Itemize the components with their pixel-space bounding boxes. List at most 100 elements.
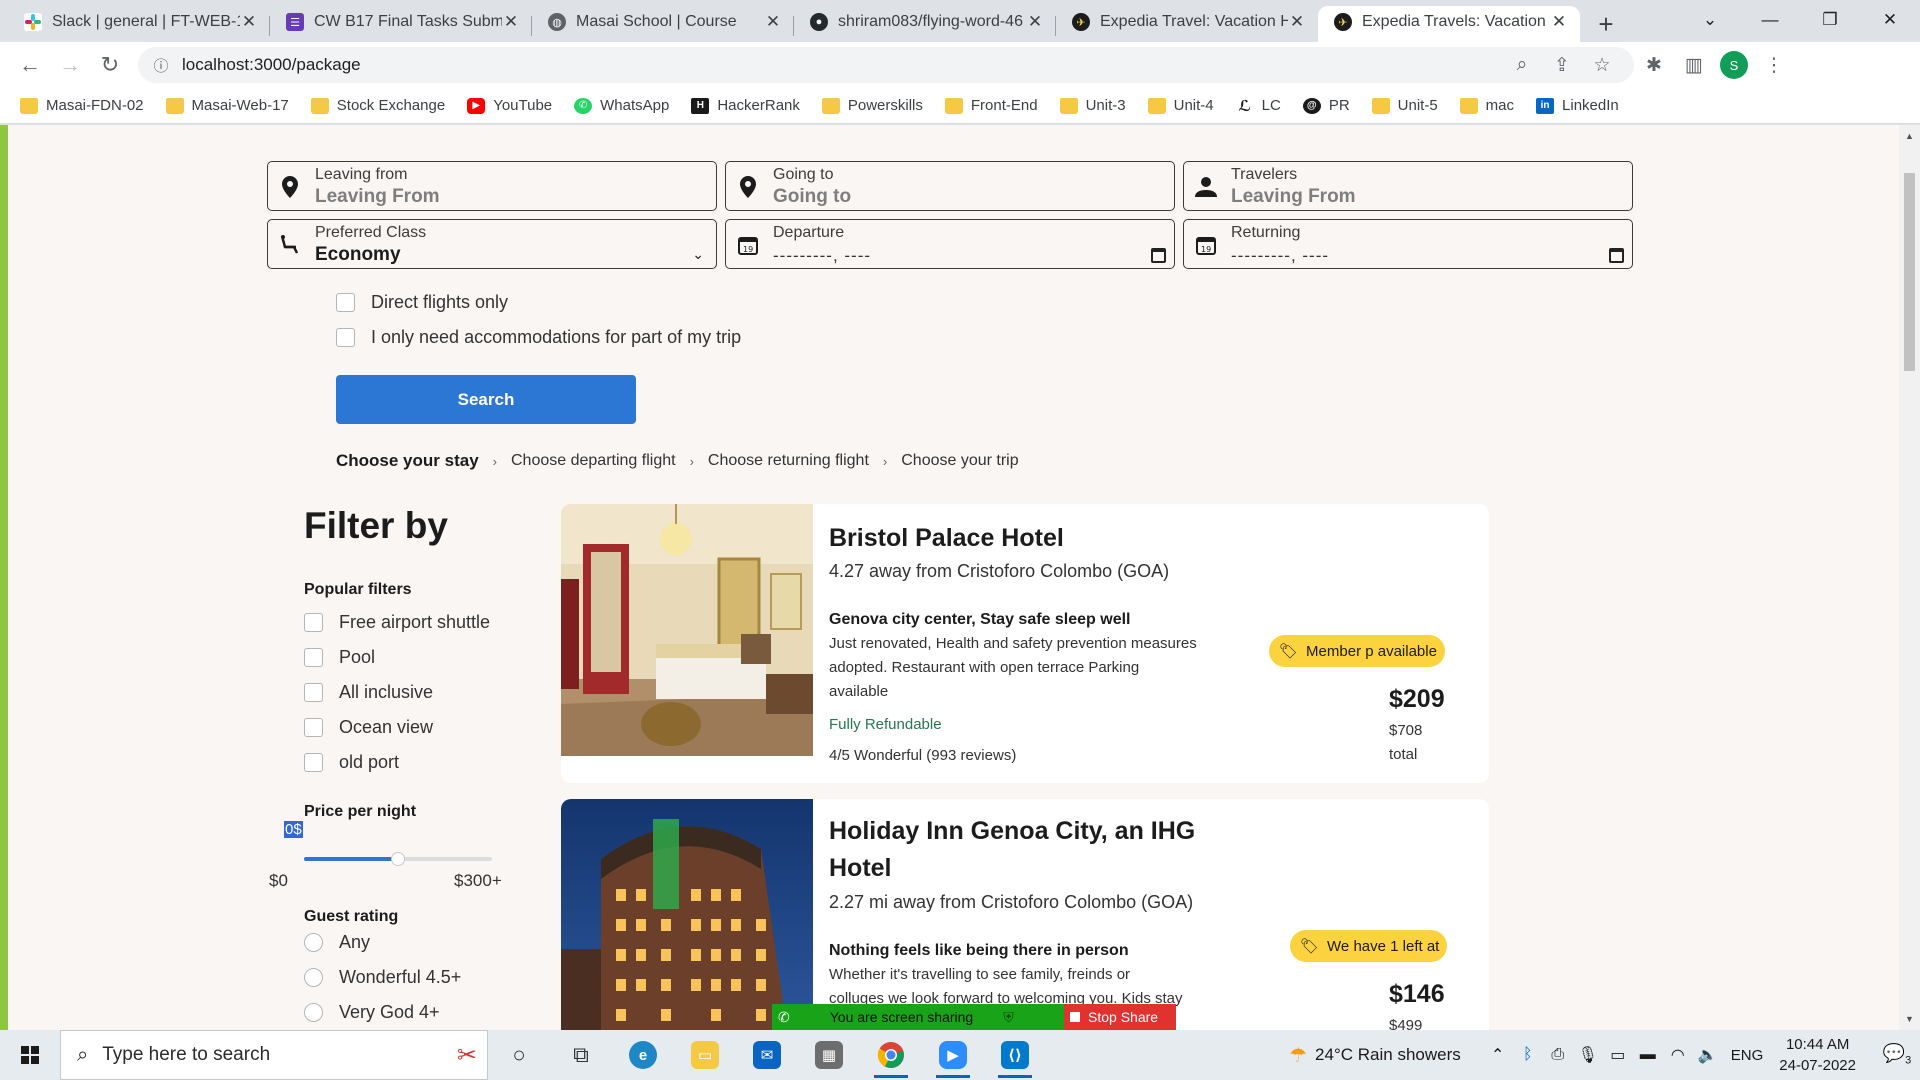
minimize-button[interactable]: — (1740, 0, 1800, 40)
filter-checkbox[interactable]: old port (304, 752, 399, 773)
breadcrumb-step[interactable]: Choose returning flight (708, 452, 869, 470)
departure-date-field[interactable]: 19 Departure ---------, ---- (725, 219, 1175, 269)
checkbox[interactable] (336, 328, 355, 347)
calculator-icon[interactable]: ▦ (798, 1030, 860, 1080)
filter-checkbox[interactable]: Free airport shuttle (304, 612, 490, 633)
edge-icon[interactable]: e (612, 1030, 674, 1080)
battery-icon[interactable]: ▬ (1633, 1046, 1663, 1064)
bookmark-item[interactable]: Powerskills (821, 97, 923, 114)
hotel-name[interactable]: Holiday Inn Genoa City, an IHG Hotel (829, 813, 1195, 887)
date-picker-icon[interactable] (1609, 248, 1624, 263)
browser-tab[interactable]: ✈ Expedia Travel: Vacation Ho ✕ (1056, 6, 1318, 42)
bookmark-item[interactable]: Stock Exchange (310, 97, 445, 114)
browser-tab[interactable]: ◍ Masai School | Course ✕ (532, 6, 794, 42)
bookmark-item[interactable]: ℒ LC (1236, 97, 1281, 115)
bookmark-item[interactable]: @ PR (1302, 97, 1350, 114)
bookmark-item[interactable]: mac (1459, 97, 1514, 114)
direct-flights-checkbox[interactable]: Direct flights only (336, 292, 508, 313)
scroll-down-arrow[interactable]: ▼ (1899, 1014, 1920, 1024)
tab-close-icon[interactable]: ✕ (240, 12, 258, 32)
weather-widget[interactable]: ☂ 24°C Rain showers (1289, 1043, 1461, 1068)
address-bar[interactable]: ⓘ localhost:3000/package ⌕ ⇪ ☆ (138, 47, 1634, 83)
leaving-from-field[interactable]: Leaving from Leaving From (267, 161, 717, 211)
bookmark-item[interactable]: ▶ YouTube (467, 97, 552, 114)
display-icon[interactable]: ▭ (1603, 1045, 1633, 1065)
task-view-icon[interactable]: ⧉ (550, 1030, 612, 1080)
price-slider[interactable] (304, 852, 492, 866)
date-picker-icon[interactable] (1151, 248, 1166, 263)
tab-search-icon[interactable]: ⌄ (1680, 0, 1740, 40)
close-window-button[interactable]: ✕ (1860, 0, 1920, 40)
menu-icon[interactable]: ⋮ (1754, 45, 1794, 85)
travelers-field[interactable]: Travelers Leaving From (1183, 161, 1633, 211)
price-slider-handle[interactable] (391, 852, 405, 866)
bookmark-item[interactable]: Unit-3 (1059, 97, 1126, 114)
extensions-icon[interactable]: ✱ (1634, 45, 1674, 85)
side-panel-icon[interactable]: ▥ (1674, 45, 1714, 85)
language-indicator[interactable]: ENG (1731, 1047, 1764, 1064)
bookmark-item[interactable]: in LinkedIn (1536, 97, 1619, 114)
hotel-photo[interactable] (561, 504, 813, 756)
volume-icon[interactable]: 🔈 (1693, 1045, 1723, 1065)
maximize-button[interactable]: ❐ (1800, 0, 1860, 40)
bookmark-item[interactable]: Unit-5 (1371, 97, 1438, 114)
breadcrumb-step[interactable]: Choose departing flight (511, 452, 676, 470)
chevron-up-icon[interactable]: ⌃ (1483, 1045, 1513, 1065)
price-input[interactable]: 0$ (284, 821, 303, 838)
bookmark-item[interactable]: ✆ WhatsApp (574, 97, 669, 114)
share-icon[interactable]: ⇪ (1542, 54, 1582, 77)
search-button[interactable]: Search (336, 375, 636, 424)
scroll-up-arrow[interactable]: ▲ (1899, 131, 1920, 141)
file-explorer-icon[interactable]: ▭ (674, 1030, 736, 1080)
forward-button[interactable]: → (50, 45, 90, 85)
browser-tab-active[interactable]: ✈ Expedia Travels: Vacation H ✕ (1318, 6, 1580, 42)
date-value[interactable]: ---------, ---- (773, 246, 871, 266)
reload-button[interactable]: ↻ (90, 45, 130, 85)
date-value[interactable]: ---------, ---- (1231, 246, 1329, 266)
bookmark-star-icon[interactable]: ☆ (1582, 54, 1622, 77)
rating-radio[interactable]: Very God 4+ (304, 1002, 440, 1023)
bookmark-item[interactable]: Unit-4 (1147, 97, 1214, 114)
hotel-photo[interactable] (561, 799, 813, 1030)
chrome-icon[interactable] (860, 1030, 922, 1080)
scrollbar-thumb[interactable] (1904, 173, 1915, 371)
chevron-down-icon[interactable]: ⌄ (692, 246, 704, 263)
rating-radio[interactable]: Any (304, 932, 370, 953)
browser-tab[interactable]: ☰ CW B17 Final Tasks Submiss ✕ (270, 6, 532, 42)
wifi-icon[interactable]: ◠ (1663, 1045, 1693, 1065)
page-scrollbar[interactable]: ▲ ▼ (1899, 125, 1920, 1030)
field-value[interactable]: Going to (773, 186, 851, 208)
rating-radio[interactable]: Wonderful 4.5+ (304, 967, 461, 988)
clock[interactable]: 10:44 AM 24-07-2022 (1779, 1034, 1856, 1076)
vscode-icon[interactable]: ⟨⟩ (984, 1030, 1046, 1080)
mail-icon[interactable]: ✉ (736, 1030, 798, 1080)
field-value[interactable]: Leaving From (315, 186, 440, 208)
browser-tab[interactable]: ● shriram083/flying-word-46 ✕ (794, 6, 1056, 42)
tab-close-icon[interactable]: ✕ (1550, 12, 1568, 32)
going-to-field[interactable]: Going to Going to (725, 161, 1175, 211)
filter-checkbox[interactable]: Ocean view (304, 717, 433, 738)
returning-date-field[interactable]: 19 Returning ---------, ---- (1183, 219, 1633, 269)
camera-icon[interactable]: ⎙ (1543, 1046, 1573, 1064)
tab-close-icon[interactable]: ✕ (502, 12, 520, 32)
back-button[interactable]: ← (10, 45, 50, 85)
checkbox[interactable] (336, 293, 355, 312)
field-value[interactable]: Economy (315, 244, 401, 266)
preferred-class-select[interactable]: Preferred Class Economy ⌄ (267, 219, 717, 269)
hotel-card[interactable]: Holiday Inn Genoa City, an IHG Hotel 2.2… (561, 799, 1489, 1030)
url-text[interactable]: localhost:3000/package (182, 55, 1502, 75)
zoom-icon[interactable]: ⌕ (1502, 54, 1542, 76)
browser-tab[interactable]: Slack | general | FT-WEB-17 ✕ (8, 6, 270, 42)
filter-checkbox[interactable]: Pool (304, 647, 375, 668)
cortana-icon[interactable]: ○ (488, 1030, 550, 1080)
stop-share-button[interactable]: Stop Share (1064, 1004, 1176, 1030)
filter-checkbox[interactable]: All inclusive (304, 682, 433, 703)
profile-avatar[interactable]: S (1720, 51, 1748, 79)
bluetooth-icon[interactable]: ᛒ (1513, 1046, 1543, 1064)
site-info-icon[interactable]: ⓘ (150, 54, 172, 76)
partial-accommodation-checkbox[interactable]: I only need accommodations for part of m… (336, 327, 741, 348)
bookmark-item[interactable]: Masai-Web-17 (165, 97, 289, 114)
hotel-name[interactable]: Bristol Palace Hotel (829, 520, 1064, 557)
breadcrumb-step[interactable]: Choose your trip (901, 452, 1018, 470)
microphone-icon[interactable]: 🎙 (1573, 1045, 1603, 1065)
